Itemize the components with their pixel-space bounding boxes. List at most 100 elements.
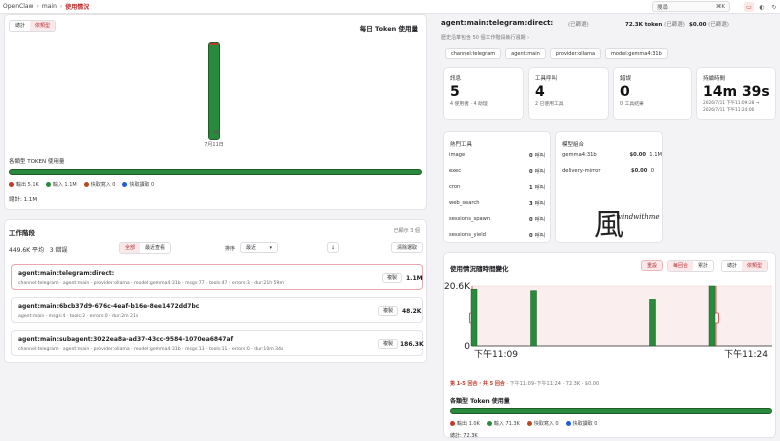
- filter-all[interactable]: 全部: [120, 243, 141, 253]
- timeline-range-summary: · 下午11:09–下午11:24 · 72.3K · $0.00: [504, 381, 600, 387]
- tool-row[interactable]: image 0 呼叫: [449, 152, 545, 159]
- stat-messages: 訊息 5 4 使用者 · 4 助理: [443, 67, 524, 120]
- tool-unit: 呼叫: [534, 153, 545, 159]
- monitor-icon[interactable]: ▭: [744, 2, 754, 12]
- tool-row[interactable]: cron 1 呼叫: [449, 184, 545, 191]
- model-cost: $0.00: [630, 168, 648, 174]
- copy-button[interactable]: 複製: [382, 273, 402, 283]
- model-tokens: 0: [650, 168, 654, 174]
- session-meta: channel:telegram · agent:main · provider…: [18, 347, 284, 352]
- legend-dot-cache-write: [526, 421, 532, 426]
- detail-cost: $0.00 (已篩選): [689, 22, 729, 28]
- view-toggle: 總計 依類型: [9, 20, 57, 32]
- stat-label: 工具呼叫: [535, 76, 558, 82]
- stat-sub: 4 使用者 · 4 助理: [450, 102, 488, 107]
- legend-cache-write: 快取寫入 0: [83, 181, 115, 188]
- tool-row[interactable]: sessions_yield 0 呼叫: [449, 232, 545, 239]
- stat-duration: 持續時間 14m 39s 2026/7/11 下午11:09:28 → 2026…: [696, 67, 776, 120]
- daily-bar-date: 7月11日: [204, 142, 224, 148]
- tab-cumulative[interactable]: 累計: [693, 261, 713, 271]
- stat-label: 錯誤: [620, 76, 632, 82]
- tool-row[interactable]: web_search 3 呼叫: [449, 200, 545, 207]
- breadcrumb-separator: ›: [36, 3, 39, 10]
- tab-by-type[interactable]: 依類型: [742, 261, 768, 271]
- reset-button[interactable]: 重設: [641, 260, 664, 271]
- tab-by-type[interactable]: 依類型: [30, 21, 56, 31]
- timeline-footer: 第 1-5 回合 · 共 5 回合 · 下午11:09–下午11:24 · 72…: [450, 380, 599, 387]
- session-row[interactable]: agent:main:subagent:3022ea8a-ad37-43cc-9…: [11, 330, 424, 356]
- sessions-average: 449.6K 平均: [9, 247, 45, 254]
- legend-dot-cache-read: [122, 182, 128, 187]
- legend-cache-read: 快取讀取 0: [122, 181, 154, 188]
- timeline-category-title: 各類型 Token 使用量: [450, 398, 510, 405]
- tool-count: 3: [528, 201, 533, 207]
- history-note[interactable]: 歷史沿革包含 50 個工作階段執行週期 ›: [441, 34, 529, 41]
- sort-select[interactable]: 最近 ▾: [240, 242, 278, 253]
- model-row[interactable]: delivery-mirror $0.00 0: [562, 168, 654, 174]
- tool-unit: 呼叫: [534, 201, 545, 207]
- daily-bar-output-segment: [210, 43, 218, 45]
- timeline-category-bar: [450, 408, 772, 414]
- legend-output: 輸出 1.0K: [450, 420, 480, 427]
- stat-sub: 2026/7/11 下午11:24:06: [703, 108, 755, 113]
- legend-dot-cache-read: [565, 421, 571, 426]
- tab-per-turn[interactable]: 每回合: [668, 261, 694, 271]
- tools-title: 熱門工具: [450, 142, 473, 148]
- search-input[interactable]: 搜尋 ⌘K: [652, 1, 730, 12]
- watermark-glyph: 風: [594, 208, 624, 243]
- sessions-title: 工作階段: [9, 229, 35, 237]
- tab-total[interactable]: 總計: [722, 261, 742, 271]
- daily-bar[interactable]: [208, 42, 220, 140]
- breadcrumb-current: 使用情況: [65, 4, 90, 11]
- timeline-chart[interactable]: 20.6K 0 下午11:09 下午11:24: [444, 279, 777, 363]
- copy-button[interactable]: 複製: [378, 339, 398, 349]
- tag-agent: agent:main: [505, 48, 546, 59]
- breadcrumb-agent[interactable]: main: [42, 3, 57, 10]
- category-title: 各類型 TOKEN 使用量: [9, 159, 65, 165]
- stat-errors: 錯誤 0 0 工具結果: [613, 67, 692, 120]
- detail-title: agent:main:telegram:direct:: [441, 19, 554, 27]
- tool-name: sessions_yield: [449, 232, 486, 238]
- refresh-icon[interactable]: ↻: [769, 2, 779, 12]
- stat-sub: 2 已使用工具: [535, 102, 564, 107]
- timeline-mode-toggle: 每回合 累計: [667, 260, 715, 272]
- detail-selected: (已篩選): [568, 22, 589, 28]
- filter-recent[interactable]: 最近查看: [140, 243, 170, 253]
- detail-tags: channel:telegram agent:main provider:oll…: [445, 48, 668, 59]
- tool-name: sessions_spawn: [449, 216, 491, 222]
- tab-total[interactable]: 總計: [10, 21, 30, 31]
- breadcrumb-root[interactable]: OpenClaw: [3, 3, 33, 10]
- timeline-bar[interactable]: [708, 285, 716, 347]
- session-detail-header: agent:main:telegram:direct: (已篩選) 72.3K …: [441, 15, 777, 61]
- timeline-bar[interactable]: [530, 290, 537, 347]
- daily-title: 每日 Token 使用量: [359, 25, 418, 33]
- theme-icon[interactable]: ◐: [757, 2, 767, 12]
- session-name: agent:main:6bcb37d9-676c-4eaf-b16e-8ee14…: [18, 303, 200, 310]
- sessions-shown: 已顯示 3 個: [393, 228, 420, 234]
- legend-output: 輸出 5.1K: [9, 181, 39, 188]
- tool-count-wrap: 1 呼叫: [529, 184, 545, 191]
- copy-button[interactable]: 複製: [378, 306, 398, 316]
- model-row[interactable]: gemma4:31b $0.00 1.1M: [562, 152, 662, 158]
- timeline-title: 使用情況隨時間變化: [450, 265, 509, 273]
- stat-sub: 0 工具結果: [620, 102, 644, 107]
- timeline-legend: 輸出 1.0K 輸入 71.3K 快取寫入 0 快取讀取 0: [450, 420, 597, 427]
- stat-tool-calls: 工具呼叫 4 2 已使用工具: [528, 67, 609, 120]
- tool-name: image: [449, 152, 466, 158]
- tool-row[interactable]: sessions_spawn 0 呼叫: [449, 216, 545, 223]
- timeline-bar[interactable]: [470, 288, 478, 347]
- timeline-selection-area: [472, 286, 772, 346]
- daily-usage-card: 總計 依類型 每日 Token 使用量 1.3M 7月11日 各類型 TOKEN…: [4, 14, 427, 210]
- session-row[interactable]: agent:main:telegram:direct: channel:tele…: [11, 264, 423, 290]
- sort-direction-button[interactable]: ↓: [327, 242, 339, 253]
- model-name: gemma4:31b: [562, 152, 597, 158]
- sessions-errors: 3 錯誤: [49, 247, 68, 254]
- watermark-text: windwithme: [616, 213, 660, 221]
- clear-selection-button[interactable]: 清除選取: [391, 242, 424, 253]
- timeline-bar[interactable]: [649, 299, 656, 347]
- tool-row[interactable]: exec 0 呼叫: [449, 168, 545, 175]
- timeline-card: 使用情況隨時間變化 重設 每回合 累計 總計 依類型 20.6K 0 下午11:…: [443, 252, 777, 439]
- session-row[interactable]: agent:main:6bcb37d9-676c-4eaf-b16e-8ee14…: [11, 297, 423, 323]
- x-tick-end: 下午11:24: [724, 348, 768, 360]
- tool-name: cron: [449, 184, 461, 190]
